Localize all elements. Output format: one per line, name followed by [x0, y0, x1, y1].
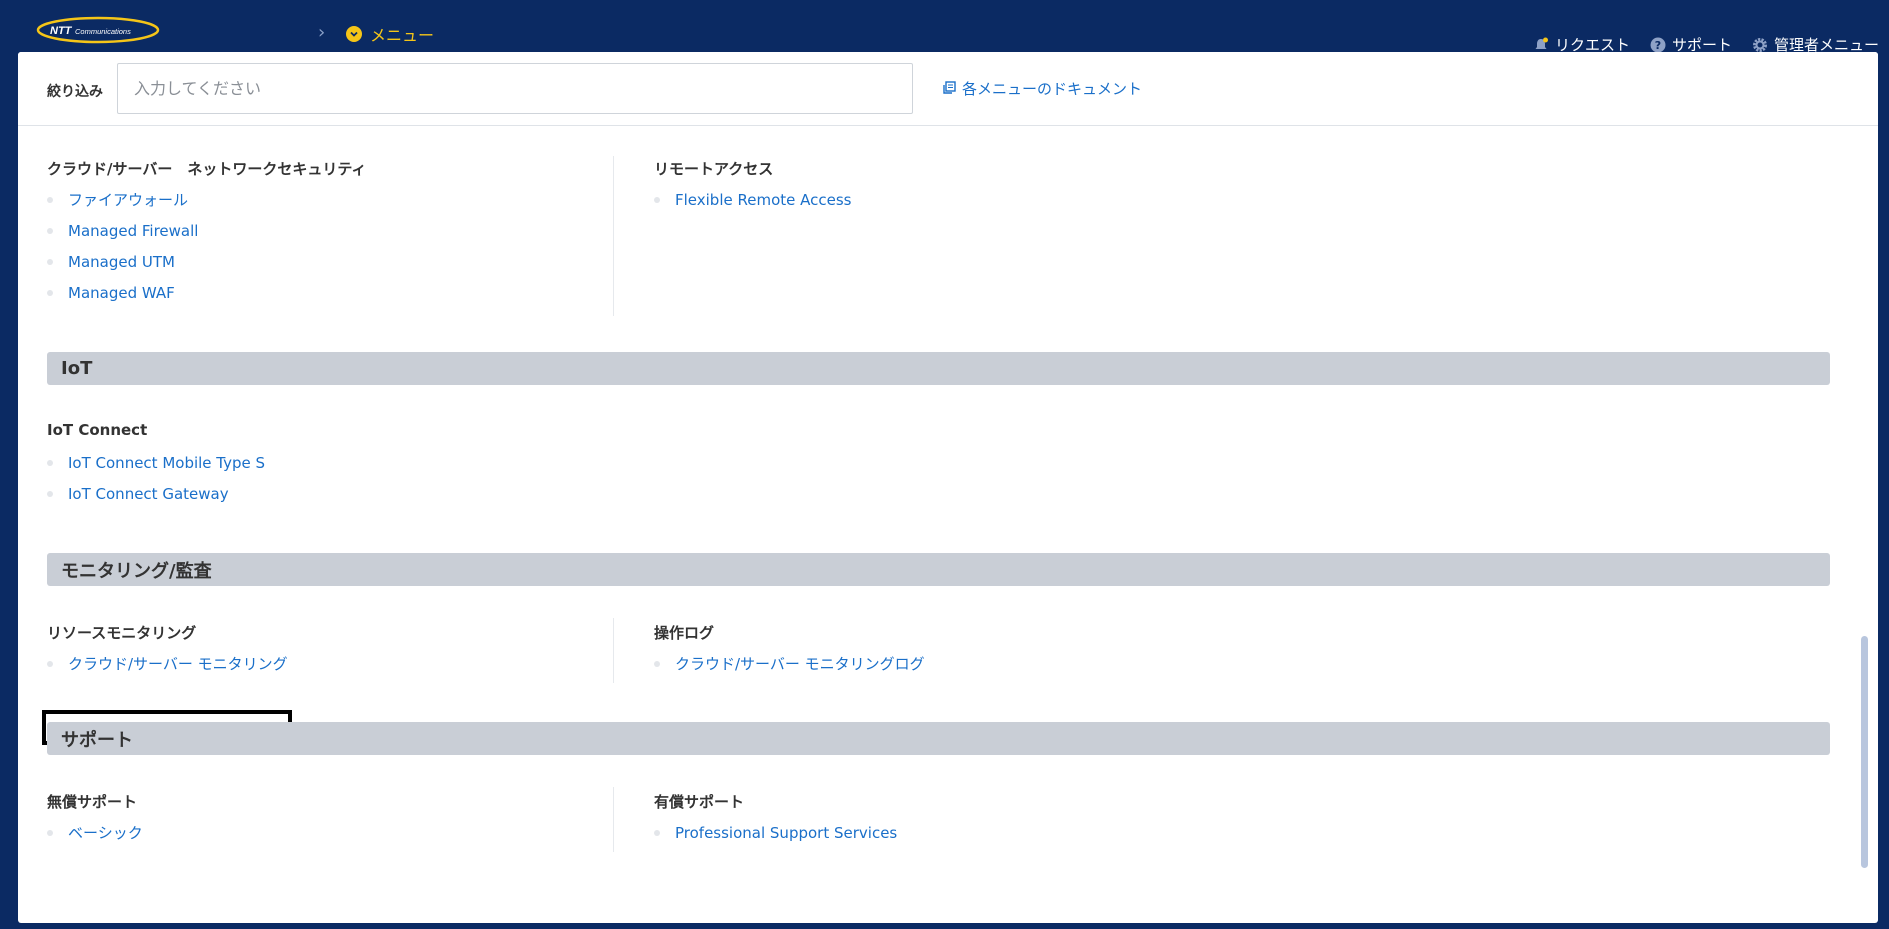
paid-support-list: Professional Support Services [654, 817, 897, 848]
free-support-list: ベーシック [47, 817, 143, 848]
menu-documents-label: 各メニューのドキュメント [962, 80, 1143, 98]
remote-access-list: Flexible Remote Access [654, 184, 851, 215]
managed-firewall-link[interactable]: Managed Firewall [68, 222, 198, 240]
chevron-down-icon [346, 26, 362, 42]
breadcrumb-chevron-icon: › [318, 22, 326, 43]
firewall-link[interactable]: ファイアウォール [68, 189, 188, 210]
network-security-title: クラウド/サーバー ネットワークセキュリティ [47, 160, 367, 178]
document-icon [943, 80, 956, 98]
basic-support-link[interactable]: ベーシック [68, 822, 143, 843]
managed-waf-link[interactable]: Managed WAF [68, 284, 175, 302]
list-item: Flexible Remote Access [654, 184, 851, 215]
svg-text:?: ? [1655, 39, 1661, 52]
free-support-title: 無償サポート [47, 793, 138, 811]
section-iot: IoT [47, 352, 1830, 385]
gear-icon [1752, 37, 1768, 53]
cloud-server-monitoring-log-link[interactable]: クラウド/サーバー モニタリングログ [675, 653, 925, 674]
column-divider [613, 618, 614, 683]
column-divider [613, 156, 614, 316]
network-security-list: ファイアウォール Managed Firewall Managed UTM Ma… [47, 184, 198, 308]
section-monitoring: モニタリング/監査 [47, 553, 1830, 586]
cloud-server-monitoring-link[interactable]: クラウド/サーバー モニタリング [68, 653, 288, 674]
list-item: クラウド/サーバー モニタリング [47, 648, 288, 679]
column-divider [613, 787, 614, 852]
menu-breadcrumb-label: メニュー [370, 26, 435, 45]
bell-icon [1533, 37, 1549, 53]
list-item: IoT Connect Gateway [47, 478, 265, 509]
list-item: Managed Firewall [47, 215, 198, 246]
list-item: Managed WAF [47, 277, 198, 308]
paid-support-title: 有償サポート [654, 793, 745, 811]
list-item: ファイアウォール [47, 184, 198, 215]
filter-input[interactable] [117, 63, 913, 114]
svg-text:Communications: Communications [75, 27, 131, 36]
iot-connect-gateway-link[interactable]: IoT Connect Gateway [68, 485, 229, 503]
help-icon: ? [1650, 37, 1666, 53]
menu-breadcrumb[interactable]: メニュー [346, 22, 434, 46]
remote-access-title: リモートアクセス [654, 160, 774, 178]
list-item: Professional Support Services [654, 817, 897, 848]
professional-support-link[interactable]: Professional Support Services [675, 824, 897, 842]
resource-monitoring-list: クラウド/サーバー モニタリング [47, 648, 288, 679]
managed-utm-link[interactable]: Managed UTM [68, 253, 175, 271]
menu-panel: 絞り込み 各メニューのドキュメント クラウド/サーバー ネットワークセキュリティ… [18, 52, 1878, 923]
filter-label: 絞り込み [47, 84, 103, 100]
flexible-remote-access-link[interactable]: Flexible Remote Access [675, 191, 851, 209]
operation-log-list: クラウド/サーバー モニタリングログ [654, 648, 925, 679]
iot-connect-title: IoT Connect [47, 421, 148, 439]
list-item: クラウド/サーバー モニタリングログ [654, 648, 925, 679]
filter-bar: 絞り込み 各メニューのドキュメント [18, 52, 1878, 126]
ntt-communications-logo[interactable]: NTT Communications [36, 16, 163, 44]
list-item: IoT Connect Mobile Type S [47, 447, 265, 478]
svg-text:NTT: NTT [50, 25, 73, 37]
list-item: Managed UTM [47, 246, 198, 277]
operation-log-title: 操作ログ [654, 624, 715, 642]
section-support: サポート [47, 722, 1830, 755]
iot-connect-mobile-link[interactable]: IoT Connect Mobile Type S [68, 454, 265, 472]
resource-monitoring-title: リソースモニタリング [47, 624, 197, 642]
bottom-strip [0, 923, 1889, 929]
iot-connect-list: IoT Connect Mobile Type S IoT Connect Ga… [47, 447, 265, 509]
menu-documents-link[interactable]: 各メニューのドキュメント [943, 78, 1142, 99]
list-item: ベーシック [47, 817, 143, 848]
vertical-scrollbar[interactable] [1861, 636, 1868, 868]
